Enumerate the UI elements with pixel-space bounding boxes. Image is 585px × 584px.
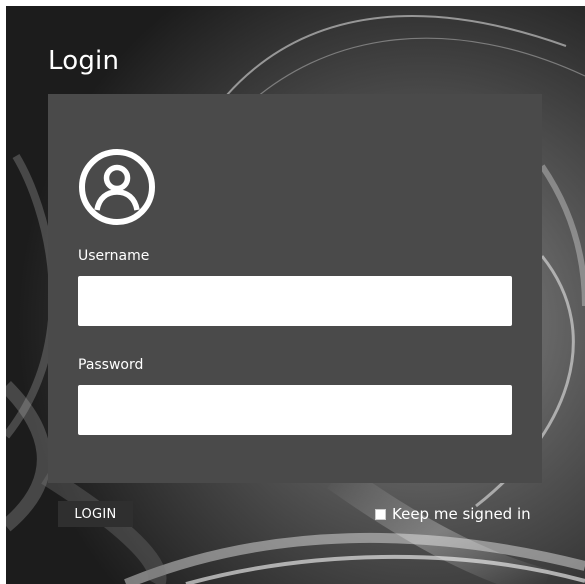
username-input[interactable] xyxy=(78,276,512,326)
login-button[interactable]: LOGIN xyxy=(58,501,133,527)
password-input[interactable] xyxy=(78,385,512,435)
login-screen: Login Username Password LOGIN Keep me si… xyxy=(6,6,585,584)
keep-signed-in-toggle[interactable]: Keep me signed in xyxy=(375,505,531,523)
user-circle-icon xyxy=(79,149,155,225)
login-panel: Username Password xyxy=(48,94,542,483)
keep-signed-in-label: Keep me signed in xyxy=(392,505,531,523)
password-label: Password xyxy=(78,357,144,373)
username-label: Username xyxy=(78,248,150,264)
keep-signed-in-checkbox[interactable] xyxy=(375,508,386,520)
page-title: Login xyxy=(48,46,120,76)
